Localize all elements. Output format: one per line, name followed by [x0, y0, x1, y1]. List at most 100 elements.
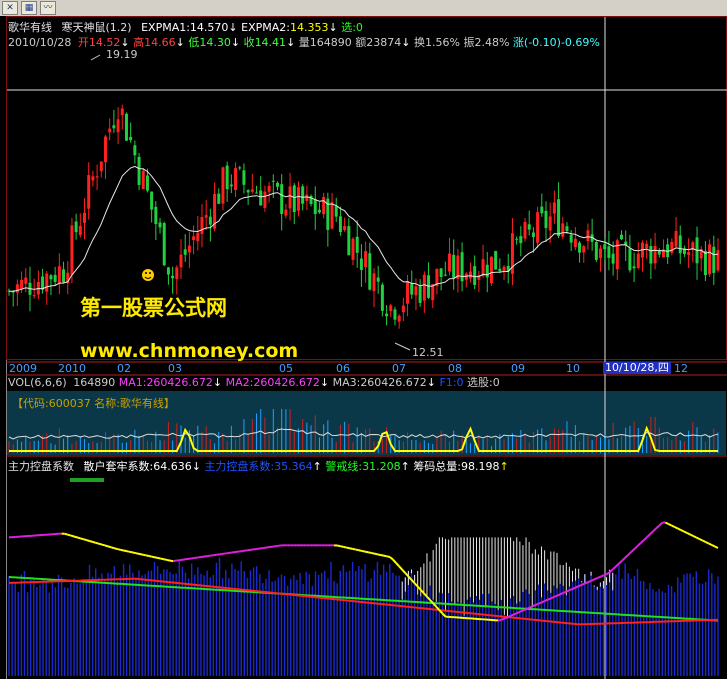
candle-body [620, 234, 624, 240]
candle-body [552, 202, 556, 214]
retail-line-segment [639, 539, 645, 544]
retail-line-segment [352, 547, 356, 551]
candle-body [108, 128, 112, 133]
candle-body [670, 241, 674, 253]
retail-line-segment [581, 582, 586, 586]
candle-body [271, 180, 275, 182]
candle-body [53, 274, 57, 282]
candle-body [347, 226, 351, 256]
retail-line-segment [547, 597, 552, 601]
candle-body [368, 253, 372, 290]
retail-line-segment [702, 539, 707, 543]
retail-line-segment [612, 565, 617, 571]
ma3-value: 260426.672 [360, 376, 427, 389]
retail-line-segment [132, 551, 137, 555]
candle-body [703, 250, 707, 276]
candle-body [527, 224, 531, 230]
retail-line-segment [120, 548, 124, 552]
time-label: 12 [674, 362, 688, 375]
candle-body [615, 240, 619, 270]
candle-body [120, 108, 124, 116]
candle-body [229, 184, 233, 187]
candle-body [150, 191, 154, 210]
retail-line-segment [95, 541, 100, 545]
high-mark-label: 19.19 [106, 48, 138, 61]
retail-line-segment [522, 608, 527, 612]
candle-body [154, 206, 158, 225]
retail-line-segment [503, 616, 508, 620]
candle-body [246, 190, 250, 193]
candle-body [708, 244, 712, 275]
retail-line-segment [633, 545, 639, 550]
candle-body [221, 167, 225, 204]
stock-code-label: 【代码:600037 名称:歌华有线】 [12, 397, 175, 410]
candle-body [594, 241, 598, 260]
candle-body [296, 187, 300, 211]
time-label: 03 [168, 362, 182, 375]
retail-line-segment [686, 532, 691, 536]
candle-body [385, 313, 389, 317]
candle-body [452, 254, 456, 278]
candle-body [275, 182, 279, 187]
retail-line-segment [117, 548, 121, 551]
candle-body [129, 136, 133, 141]
candle-body [196, 232, 200, 242]
retail-line-segment [621, 557, 626, 562]
candle-body [208, 216, 212, 225]
candle-body [422, 274, 426, 301]
expma1-value: 14.570 [189, 21, 229, 34]
expma1-label: EXPMA1: [141, 21, 190, 34]
candle-body [603, 244, 607, 250]
change-value: (-0.10)-0.69% [523, 36, 600, 49]
xuan-label: 选: [341, 21, 356, 34]
candle-body [439, 268, 443, 277]
candle-body [540, 206, 544, 214]
retail-line-segment [680, 529, 685, 533]
retail-line-segment [565, 589, 570, 593]
candle-body [586, 230, 590, 242]
ma1-value: 260426.672 [146, 376, 213, 389]
time-label: 07 [392, 362, 406, 375]
retail-line-segment [671, 524, 676, 528]
candle-body [645, 243, 649, 249]
retail-line-segment [510, 613, 515, 617]
time-label: 02 [117, 362, 131, 375]
ma2-value: 260426.672 [253, 376, 320, 389]
retail-line-segment [340, 545, 344, 548]
candle-body [99, 161, 103, 172]
retail-line-segment [154, 556, 158, 559]
retail-line-segment [98, 542, 103, 546]
candle-body [317, 209, 321, 213]
retail-line-segment [668, 523, 672, 527]
ohlc-row: 2010/10/28 开14.52↓ 高14.66↓ 低14.30↓ 收14.4… [8, 36, 600, 49]
watermark-url: www.chnmoney.com [80, 340, 299, 362]
candle-body [443, 274, 447, 276]
candle-body [62, 269, 66, 283]
candle-body [678, 235, 682, 254]
candle-body [494, 251, 498, 270]
candle-body [548, 216, 552, 231]
candle-body [351, 238, 355, 260]
candle-body [716, 250, 720, 271]
retail-line-segment [145, 554, 149, 557]
candle-body [636, 253, 640, 268]
candle-body [330, 202, 334, 229]
retail-line-segment [70, 534, 75, 538]
stock-name: 歌华有线 [8, 21, 52, 34]
candle-body [468, 271, 472, 279]
expma2-value: 14.353 [289, 21, 329, 34]
candle-body [649, 246, 653, 264]
retail-line-segment [113, 547, 118, 551]
candle-body [481, 259, 485, 277]
candle-body [414, 286, 418, 296]
retail-line-segment [677, 527, 682, 531]
retail-line-segment [123, 549, 127, 553]
candle-body [32, 295, 36, 297]
retail-line-segment [698, 538, 703, 542]
candle-body [653, 245, 657, 264]
retail-line-segment [689, 533, 694, 537]
candle-body [158, 222, 162, 228]
candle-body [582, 246, 586, 253]
bottom-header: 主力控盘系数 散户套牢系数:64.636↓ 主力控盘系数:35.364↑ 警戒线… [8, 460, 509, 473]
candle-body [531, 232, 535, 237]
